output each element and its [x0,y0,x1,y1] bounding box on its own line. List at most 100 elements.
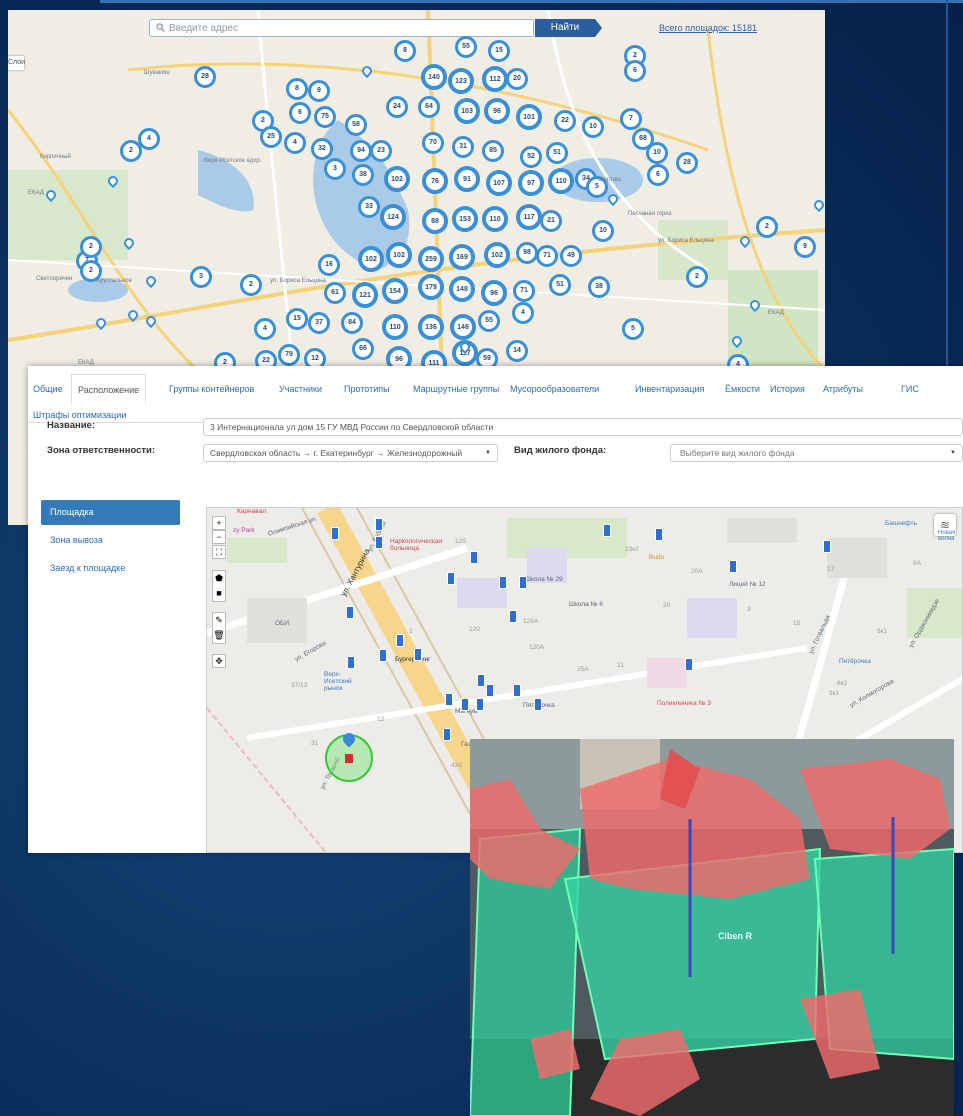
container-bin-icon[interactable] [414,648,422,661]
tab-prototypes[interactable]: Прототипы [344,384,390,394]
site-cluster-marker[interactable]: 103 [454,98,480,124]
container-bin-icon[interactable] [461,698,469,711]
site-cluster-marker[interactable]: 38 [588,276,610,298]
site-cluster-marker[interactable]: 7 [620,108,642,130]
site-cluster-marker[interactable]: 123 [448,68,474,94]
container-bin-icon[interactable] [476,698,484,711]
site-cluster-marker[interactable]: 23 [370,140,392,162]
site-cluster-marker[interactable]: 33 [358,196,380,218]
tab-capacities[interactable]: Ёмкости [725,384,760,394]
drag-move-icon[interactable]: ✥ [212,654,226,668]
container-bin-icon[interactable] [379,649,387,662]
tab-inventory[interactable]: Инвентаризация [635,384,704,394]
tab-route-groups[interactable]: Маршрутные группы [413,384,499,394]
site-cluster-marker[interactable]: 37 [308,312,330,334]
address-search-input[interactable]: Введите адрес [149,19,534,37]
site-cluster-marker[interactable]: 117 [516,204,542,230]
site-cluster-marker[interactable]: 4 [284,132,306,154]
container-bin-icon[interactable] [331,527,339,540]
site-cluster-marker[interactable]: 102 [484,242,510,268]
tab-gis[interactable]: ГИС [901,384,919,394]
tab-waste-generators[interactable]: Мусорообразователи [510,384,599,394]
site-cluster-marker[interactable]: 66 [352,338,374,360]
site-cluster-marker[interactable]: 179 [418,274,444,300]
container-bin-icon[interactable] [499,576,507,589]
site-cluster-marker[interactable]: 98 [516,242,538,264]
draw-polygon-icon[interactable]: ⬟ [213,571,225,586]
fullscreen-icon[interactable]: ⛶ [212,545,226,559]
container-bin-icon[interactable] [685,658,693,671]
container-bin-icon[interactable] [346,606,354,619]
site-cluster-marker[interactable]: 110 [482,206,508,232]
site-cluster-marker[interactable]: 9 [794,236,816,258]
site-cluster-marker[interactable]: 55 [478,310,500,332]
zone-select[interactable]: Свердловская область → г. Екатеринбург →… [203,444,498,462]
site-cluster-marker[interactable]: 8 [394,40,416,62]
site-cluster-marker[interactable]: 14 [506,340,528,362]
site-cluster-marker[interactable]: 169 [449,244,475,270]
find-button[interactable]: Найти [535,19,602,37]
container-bin-icon[interactable] [347,656,355,669]
site-cluster-marker[interactable]: 148 [449,276,475,302]
site-cluster-marker[interactable]: 121 [352,282,378,308]
container-bin-icon[interactable] [447,572,455,585]
site-cluster-marker[interactable]: 110 [382,314,408,340]
site-cluster-marker[interactable]: 9 [308,80,330,102]
container-bin-icon[interactable] [729,560,737,573]
container-bin-icon[interactable] [445,693,453,706]
site-cluster-marker[interactable]: 124 [380,204,406,230]
tab-container-groups[interactable]: Группы контейнеров [169,384,254,394]
site-cluster-marker[interactable]: 32 [311,138,333,160]
site-cluster-marker[interactable]: 79 [278,344,300,366]
site-cluster-marker[interactable]: 28 [676,152,698,174]
tab-optimization-fines[interactable]: Штрафы оптимизации [33,410,126,420]
site-cluster-marker[interactable]: 136 [418,314,444,340]
tab-attributes[interactable]: Атрибуты [823,384,863,394]
site-cluster-marker[interactable]: 76 [422,168,448,194]
site-cluster-marker[interactable]: 75 [314,106,336,128]
container-bin-icon[interactable] [375,536,383,549]
site-cluster-marker[interactable]: 6 [647,164,669,186]
site-cluster-marker[interactable]: 107 [486,170,512,196]
container-bin-icon[interactable] [509,610,517,623]
tab-general[interactable]: Общие [33,384,63,394]
site-cluster-marker[interactable]: 4 [254,318,276,340]
site-cluster-marker[interactable]: 146 [450,314,476,340]
site-cluster-marker[interactable]: 3 [190,266,212,288]
site-cluster-marker[interactable]: 15 [286,308,308,330]
site-cluster-marker[interactable]: 259 [418,246,444,272]
site-cluster-marker[interactable]: 51 [546,142,568,164]
site-cluster-marker[interactable]: 55 [455,36,477,58]
site-cluster-marker[interactable]: 16 [318,254,340,276]
site-cluster-marker[interactable]: 97 [518,170,544,196]
site-cluster-marker[interactable]: 10 [582,116,604,138]
site-cluster-marker[interactable]: 140 [421,64,447,90]
site-cluster-marker[interactable]: 70 [422,132,444,154]
side-item-pickup-zone[interactable]: Зона вывоза [50,535,103,545]
site-cluster-marker[interactable]: 91 [454,166,480,192]
site-cluster-marker[interactable]: 110 [548,168,574,194]
tab-location[interactable]: Расположение [71,374,147,404]
container-bin-icon[interactable] [486,684,494,697]
layers-side-tab[interactable]: Слои [8,56,25,70]
site-cluster-marker[interactable]: 71 [536,245,558,267]
container-bin-icon[interactable] [655,528,663,541]
site-cluster-marker[interactable]: 71 [513,280,535,302]
trash-icon[interactable]: 🗑 [213,628,225,643]
name-field[interactable]: 3 Интернационала ул дом 15 ГУ МВД России… [203,418,963,436]
zoom-in-button[interactable]: + [212,516,226,530]
site-cluster-marker[interactable]: 96 [484,98,510,124]
site-cluster-marker[interactable]: 85 [482,140,504,162]
site-cluster-marker[interactable]: 51 [549,274,571,296]
site-cluster-marker[interactable]: 49 [560,245,582,267]
site-cluster-marker[interactable]: 22 [554,110,576,132]
site-cluster-marker[interactable]: 24 [386,96,408,118]
total-sites-link[interactable]: Всего площадок: 15181 [659,23,757,33]
container-bin-icon[interactable] [603,524,611,537]
site-cluster-marker[interactable]: 112 [482,66,508,92]
site-cluster-marker[interactable]: 64 [418,96,440,118]
container-bin-icon[interactable] [477,674,485,687]
site-cluster-marker[interactable]: 2 [686,266,708,288]
container-bin-icon[interactable] [396,634,404,647]
site-cluster-marker[interactable]: 8 [286,78,308,100]
